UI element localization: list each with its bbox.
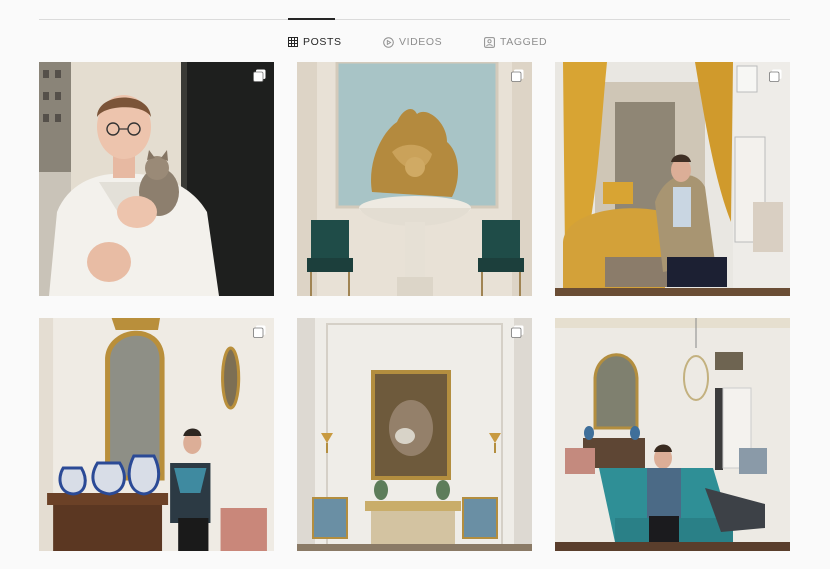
play-circle-icon <box>383 36 394 48</box>
grid-icon <box>288 37 298 47</box>
post-tile-3[interactable] <box>555 62 790 296</box>
post-photo-mirror-and-vases <box>39 318 274 551</box>
multiple-images-icon <box>511 69 524 82</box>
post-tile-1[interactable] <box>39 62 274 296</box>
tab-videos[interactable]: VIDEOS <box>383 33 442 51</box>
post-photo-man-with-kitten <box>39 62 274 296</box>
post-photo-teal-daybed-room <box>555 318 790 551</box>
post-tile-5[interactable] <box>297 318 532 551</box>
tab-tagged-label: TAGGED <box>500 36 548 48</box>
multiple-images-icon <box>253 69 266 82</box>
active-tab-indicator <box>288 18 335 20</box>
post-photo-bedroom-curtains <box>555 62 790 296</box>
tab-posts[interactable]: POSTS <box>288 33 342 51</box>
post-photo-fountain-sculpture <box>297 62 532 296</box>
post-photo-salon-painting <box>297 318 532 551</box>
multiple-images-icon <box>511 325 524 338</box>
multiple-images-icon <box>769 69 782 82</box>
tag-portrait-icon <box>484 36 495 48</box>
post-tile-6[interactable] <box>555 318 790 551</box>
profile-tabs: POSTS VIDEOS TAGGED <box>0 33 830 51</box>
tab-videos-label: VIDEOS <box>399 36 443 48</box>
tab-posts-label: POSTS <box>303 36 342 48</box>
multiple-images-icon <box>253 325 266 338</box>
tabs-divider <box>39 19 790 20</box>
tab-tagged[interactable]: TAGGED <box>484 33 547 51</box>
post-tile-2[interactable] <box>297 62 532 296</box>
post-tile-4[interactable] <box>39 318 274 551</box>
